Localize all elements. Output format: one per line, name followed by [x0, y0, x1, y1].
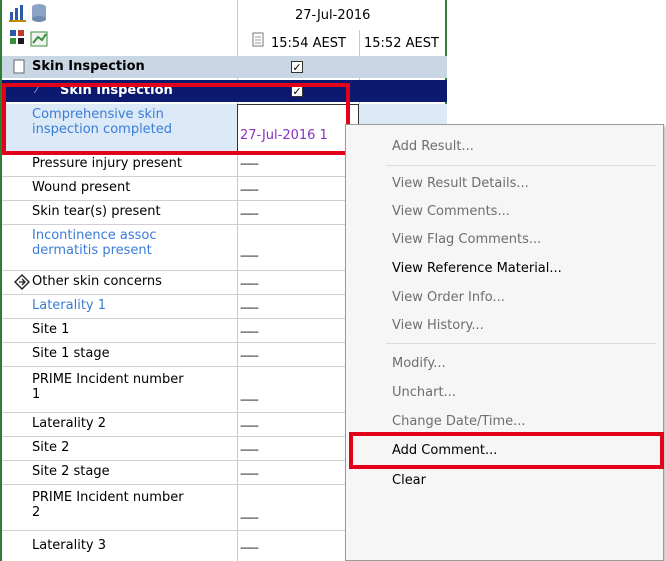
row-value: ------: [240, 541, 259, 554]
menu-item-change-date-time[interactable]: Change Date/Time...: [392, 414, 526, 429]
row-label: Site 2 stage: [32, 464, 110, 479]
row-value: ------: [240, 467, 259, 480]
row-value: ------: [240, 277, 259, 290]
graph-icon[interactable]: [30, 29, 50, 49]
tools-icon[interactable]: [8, 27, 28, 47]
menu-item-view-flag-comments[interactable]: View Flag Comments...: [392, 232, 541, 247]
context-menu: Add Result... View Result Details... Vie…: [345, 124, 664, 561]
row-value: ------: [240, 443, 259, 456]
row-label: Other skin concerns: [32, 274, 162, 289]
row-label: Wound present: [32, 180, 131, 195]
annotation-add-comment-box: [349, 432, 664, 469]
document-icon: [252, 32, 264, 47]
row-label: Pressure injury present: [32, 156, 182, 171]
row-value: ------: [240, 207, 259, 220]
row-label: Laterality 1: [32, 298, 107, 313]
menu-item-clear[interactable]: Clear: [392, 473, 426, 488]
row-value: ------: [240, 249, 259, 262]
row-label: Incontinence assoc dermatitis present: [32, 228, 157, 258]
row-label: Skin tear(s) present: [32, 204, 161, 219]
row-label: Site 2: [32, 440, 70, 455]
chart-icon[interactable]: [8, 3, 28, 23]
document-icon: [13, 59, 25, 74]
section-header-row[interactable]: Skin Inspection ✓: [2, 56, 447, 78]
menu-item-view-order-info[interactable]: View Order Info...: [392, 290, 505, 305]
menu-separator: [386, 343, 656, 344]
row-label: Laterality 3: [32, 538, 107, 553]
row-value: ------: [240, 325, 259, 338]
annotation-highlight-box: [2, 83, 350, 155]
row-value: ------: [240, 419, 259, 432]
row-value: ------: [240, 393, 259, 406]
row-label: Site 1 stage: [32, 346, 110, 361]
section-checkbox[interactable]: ✓: [291, 61, 303, 73]
row-label: Site 1: [32, 322, 70, 337]
row-value: ------: [240, 349, 259, 362]
header-time-1[interactable]: 15:54 AEST: [271, 36, 346, 51]
header-date: 27-Jul-2016: [295, 8, 371, 23]
row-value: ------: [240, 157, 259, 170]
menu-item-view-result-details[interactable]: View Result Details...: [392, 176, 529, 191]
row-label: PRIME Incident number 1: [32, 372, 184, 402]
menu-item-unchart[interactable]: Unchart...: [392, 385, 456, 400]
menu-separator: [386, 165, 656, 166]
row-value: ------: [240, 183, 259, 196]
database-icon[interactable]: [30, 3, 48, 23]
header-time-2[interactable]: 15:52 AEST: [364, 36, 439, 51]
toolbar-icons: [8, 3, 58, 51]
menu-item-add-result[interactable]: Add Result...: [392, 139, 474, 154]
diamond-arrow-icon: [14, 274, 30, 290]
menu-item-modify[interactable]: Modify...: [392, 356, 446, 371]
section-title: Skin Inspection: [32, 59, 145, 74]
menu-item-view-history[interactable]: View History...: [392, 318, 484, 333]
row-label: Laterality 2: [32, 416, 107, 431]
menu-item-view-comments[interactable]: View Comments...: [392, 204, 510, 219]
row-value: ------: [240, 511, 259, 524]
row-label: PRIME Incident number 2: [32, 490, 184, 520]
row-value: ------: [240, 301, 259, 314]
menu-item-view-reference-material[interactable]: View Reference Material...: [392, 261, 562, 276]
